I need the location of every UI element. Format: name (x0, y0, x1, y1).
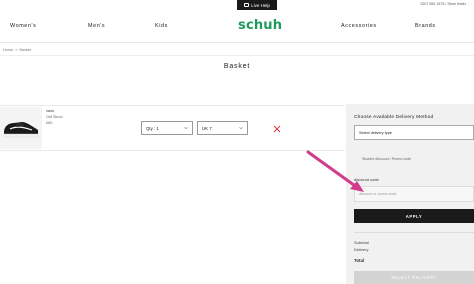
summary-divider (354, 232, 474, 233)
breadcrumb: Home > Basket (3, 48, 31, 52)
main-nav: Women's Men's Kids schuh Accessories Bra… (0, 12, 474, 42)
line-item-divider-top (0, 105, 345, 106)
nav-item-mens[interactable]: Men's (88, 23, 105, 29)
product-name: Old Skool (46, 115, 63, 119)
schuh-logo[interactable]: schuh (238, 18, 282, 33)
remove-item-icon[interactable] (273, 125, 281, 133)
breadcrumb-separator: > (15, 48, 18, 52)
student-discount-link[interactable]: Student discount / Promo code (362, 157, 411, 161)
product-price: £60 (46, 121, 53, 125)
delivery-method-title: Choose Available Delivery Method (354, 115, 434, 120)
breadcrumb-divider (0, 55, 474, 56)
apply-button[interactable]: APPLY (354, 209, 474, 223)
chevron-down-icon (239, 127, 243, 130)
delivery-type-select[interactable]: Select delivery type (354, 125, 474, 140)
size-value: UK 7 (202, 125, 212, 131)
nav-item-womens[interactable]: Women's (10, 23, 36, 29)
discount-code-input[interactable] (354, 186, 474, 202)
product-image[interactable] (0, 107, 42, 149)
product-brand[interactable]: vans (46, 109, 54, 113)
utility-bar: Live Help 0207 550 1575 / Store finder (0, 0, 474, 10)
subtotal-label: Subtotal (354, 240, 369, 245)
total-label: Total (354, 258, 365, 263)
breadcrumb-current: Basket (19, 48, 32, 52)
breadcrumb-home[interactable]: Home (3, 48, 13, 52)
delivery-label: Delivery (354, 247, 369, 252)
live-help-button[interactable]: Live Help (237, 0, 277, 10)
nav-item-kids[interactable]: Kids (155, 23, 168, 29)
chat-icon (244, 3, 250, 7)
select-delivery-button[interactable]: SELECT DELIVERY (354, 271, 474, 284)
live-help-label: Live Help (251, 2, 270, 8)
discount-code-label: discount code (354, 177, 379, 182)
nav-item-accessories[interactable]: Accessories (341, 23, 377, 29)
quantity-select[interactable]: Qty : 1 (141, 121, 193, 135)
phone-store-finder[interactable]: 0207 550 1575 / Store finder (420, 2, 466, 6)
quantity-value: Qty : 1 (146, 125, 159, 131)
nav-divider (0, 42, 474, 43)
delivery-type-value: Select delivery type (359, 130, 392, 135)
line-item-divider-bottom (0, 150, 345, 151)
page-title: Basket (223, 63, 251, 70)
size-select[interactable]: UK 7 (197, 121, 248, 135)
chevron-down-icon (184, 127, 188, 130)
nav-item-brands[interactable]: Brands (415, 23, 436, 29)
